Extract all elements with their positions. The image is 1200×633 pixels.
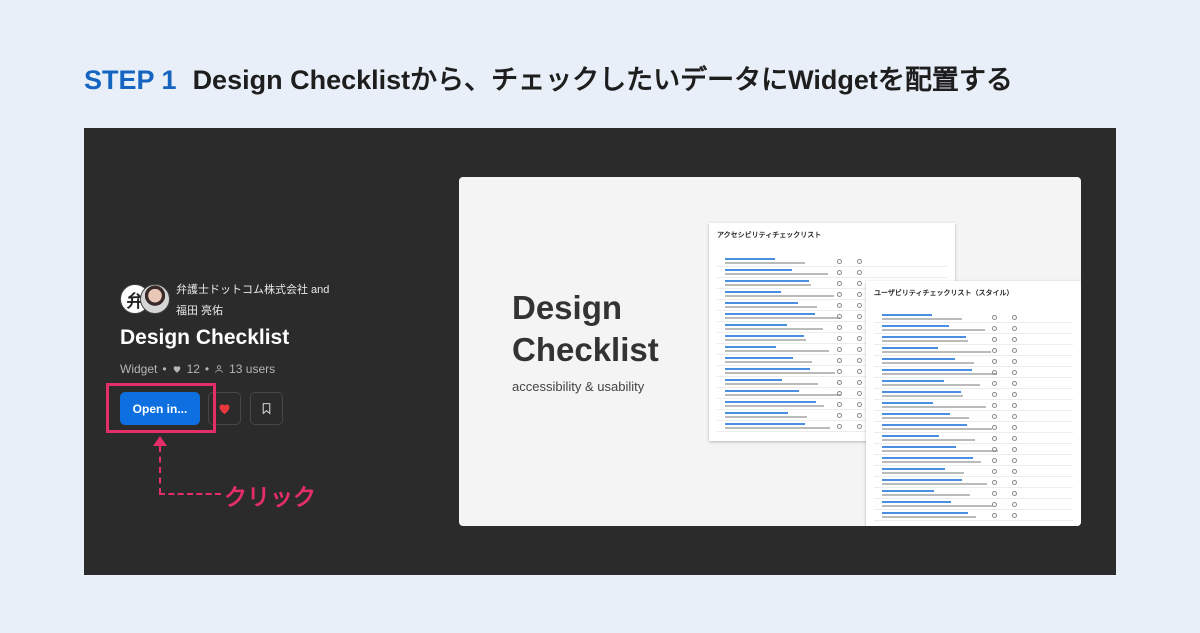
sheet-row — [874, 511, 1073, 521]
heart-icon — [219, 404, 230, 415]
widget-type: Widget — [120, 362, 158, 376]
sheet-row — [874, 313, 1073, 323]
sheet-row — [874, 500, 1073, 510]
sheet-row — [717, 268, 947, 278]
author-name-line2[interactable]: 福田 亮佑 — [176, 302, 223, 318]
sheet-row — [874, 401, 1073, 411]
step-label: STEP 1 — [84, 65, 177, 95]
preview-title: Design Checklist — [512, 287, 659, 371]
widget-title: Design Checklist — [120, 326, 290, 349]
sheet-row — [874, 379, 1073, 389]
annotation-dashed-line-horizontal — [159, 493, 221, 495]
author-name-line1[interactable]: 弁護士ドットコム株式会社 and — [176, 281, 329, 297]
like-count: 12 — [186, 362, 200, 376]
bookmark-button[interactable] — [250, 392, 283, 425]
sheet-row — [874, 357, 1073, 367]
click-annotation-label: クリック — [224, 484, 316, 510]
user-icon — [215, 365, 223, 373]
sheet-row — [874, 390, 1073, 400]
sheet-row — [874, 335, 1073, 345]
widget-preview-image: Design Checklist accessibility & usabili… — [459, 177, 1081, 526]
bookmark-icon — [262, 403, 271, 415]
sheet-row — [874, 346, 1073, 356]
sheet-row — [874, 445, 1073, 455]
annotation-dashed-line-vertical — [159, 446, 161, 494]
open-button-highlight — [106, 383, 216, 433]
preview-subtitle: accessibility & usability — [512, 379, 645, 394]
author-avatars: 弁 — [120, 284, 170, 314]
user-count: 13 users — [229, 362, 276, 376]
annotation-arrow-head — [153, 436, 167, 446]
usability-checklist-sheet: ユーザビリティチェックリスト（スタイル） — [866, 281, 1081, 526]
sheet-row — [874, 368, 1073, 378]
sheet-row — [874, 423, 1073, 433]
sheet-title-usability: ユーザビリティチェックリスト（スタイル） — [874, 290, 1014, 297]
sheet-row — [874, 489, 1073, 499]
widget-meta: Widget • 12 • 13 users — [120, 362, 276, 376]
page-heading: STEP 1 Design Checklistから、チェックしたいデータにWidg… — [84, 58, 1013, 97]
sheet-row — [874, 467, 1073, 477]
sheet-row — [717, 257, 947, 267]
sheet-row — [874, 456, 1073, 466]
sheet-row — [874, 478, 1073, 488]
widget-screenshot-panel: 弁 弁護士ドットコム株式会社 and 福田 亮佑 Design Checklis… — [84, 128, 1116, 575]
sheet-row — [874, 324, 1073, 334]
sheet-title-accessibility: アクセシビリティチェックリスト — [717, 232, 822, 239]
heart-icon — [173, 366, 180, 373]
step-description: Design Checklistから、チェックしたいデータにWidgetを配置す… — [192, 65, 1013, 95]
sheet-row — [874, 434, 1073, 444]
person-avatar — [140, 284, 170, 314]
preview-title-line2: Checklist — [512, 331, 659, 368]
preview-title-line1: Design — [512, 289, 623, 326]
sheet-row — [874, 412, 1073, 422]
